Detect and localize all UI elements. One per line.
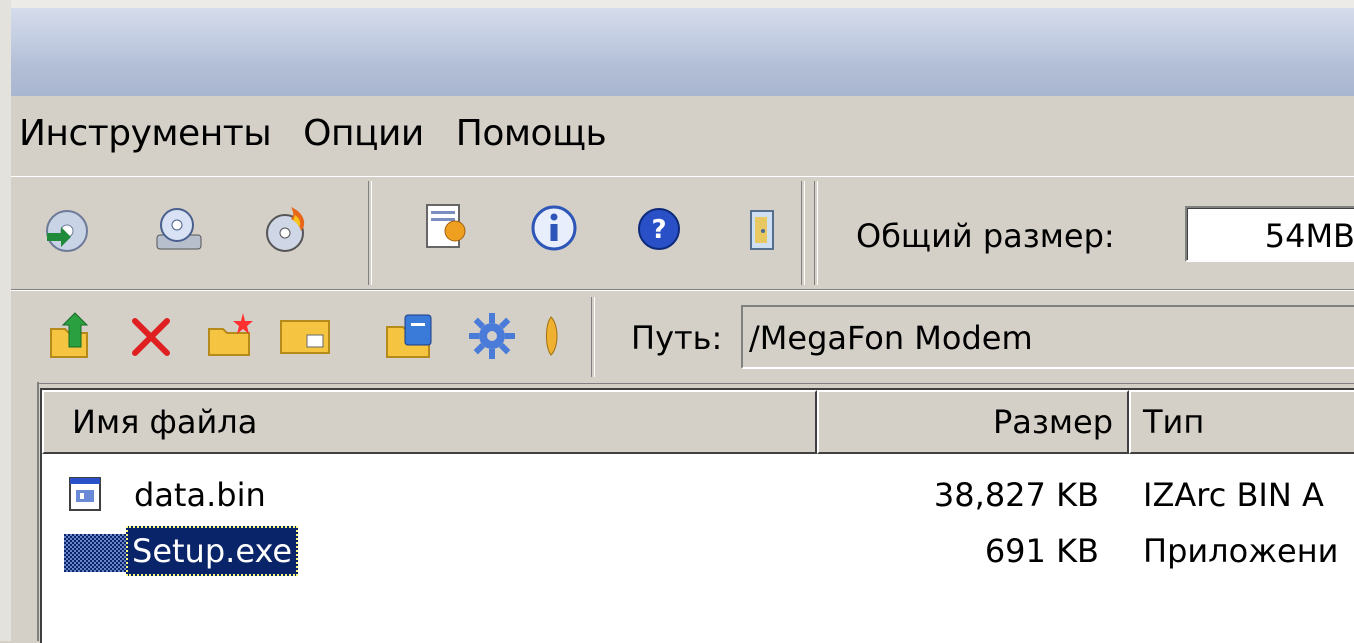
cd-convert-icon[interactable]: [43, 207, 91, 255]
file-row[interactable]: data.bin 38,827 KB IZArc BIN A: [42, 470, 1354, 520]
extract-icon[interactable]: [383, 309, 432, 358]
exe-file-icon: [64, 528, 126, 590]
toolbar-separator: [591, 297, 595, 377]
file-name: Setup.exe: [126, 526, 299, 576]
main-toolbar: ? Общий размер: 54MB: [11, 176, 1354, 290]
info-icon[interactable]: [529, 203, 577, 251]
file-size: 691 KB: [984, 532, 1099, 570]
file-list[interactable]: Имя файла Размер Тип data.bin 38,827 KB …: [40, 388, 1354, 643]
new-folder-icon[interactable]: [205, 309, 253, 357]
column-header-size[interactable]: Размер: [817, 390, 1129, 454]
file-row-selected[interactable]: Setup.exe 691 KB Приложени: [42, 526, 1354, 576]
toolbar-separator: [801, 181, 805, 285]
file-name: data.bin: [134, 476, 266, 514]
rename-icon[interactable]: [277, 315, 330, 363]
menu-bar: Инструменты Опции Помощь: [11, 96, 1354, 170]
delete-icon[interactable]: [127, 313, 175, 361]
menu-options[interactable]: Опции: [296, 113, 431, 154]
total-size-field: 54MB: [1185, 206, 1354, 262]
help-icon[interactable]: ?: [635, 205, 683, 253]
disk-scan-icon[interactable]: [153, 205, 202, 253]
svg-text:?: ?: [651, 215, 666, 245]
exit-door-icon[interactable]: [747, 207, 777, 255]
path-field[interactable]: /MegaFon Modem: [741, 305, 1354, 369]
left-panel-edge: [11, 382, 39, 641]
folder-up-icon[interactable]: [47, 311, 95, 359]
path-toolbar: Путь: /MegaFon Modem: [11, 290, 1354, 384]
file-size: 38,827 KB: [933, 476, 1099, 514]
menu-help[interactable]: Помощь: [449, 113, 613, 154]
window-frame-left: [0, 0, 11, 641]
toolbar-separator: [368, 181, 372, 285]
column-header-name[interactable]: Имя файла: [42, 390, 817, 454]
window-frame-top: [0, 0, 1354, 8]
partial-icon[interactable]: [541, 311, 561, 359]
total-size-label: Общий размер:: [856, 217, 1115, 255]
path-label: Путь:: [631, 319, 723, 357]
column-header-type[interactable]: Тип: [1129, 390, 1354, 454]
file-type: IZArc BIN A: [1143, 476, 1324, 514]
settings-gear-icon[interactable]: [467, 311, 515, 359]
archive-file-icon: [68, 476, 104, 528]
title-bar[interactable]: [11, 8, 1354, 96]
menu-tools[interactable]: Инструменты: [11, 113, 278, 154]
file-type: Приложени: [1143, 532, 1339, 570]
edit-page-icon[interactable]: [421, 201, 469, 249]
burn-cd-icon[interactable]: [261, 203, 309, 252]
toolbar-separator: [814, 181, 818, 285]
